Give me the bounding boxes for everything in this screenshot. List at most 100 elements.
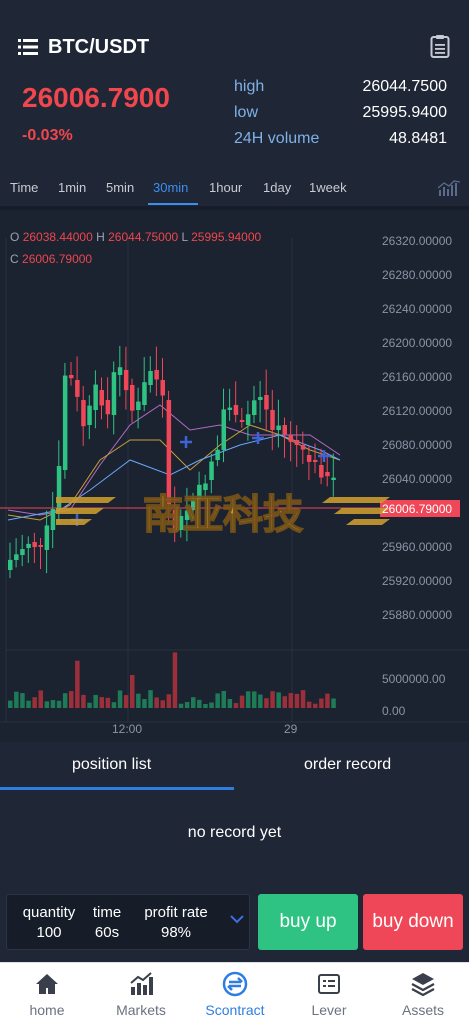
candle-body — [14, 554, 19, 560]
quantity-value: 100 — [36, 924, 62, 941]
candle-body — [69, 375, 74, 379]
volume-tick-high: 5000000.00 — [382, 672, 446, 686]
candle-body — [306, 455, 312, 462]
contract-icon — [222, 971, 248, 997]
stat-value-low: 25995.9400 — [362, 104, 447, 121]
volume-bar — [130, 674, 135, 708]
y-tick-label: 26200.00000 — [382, 336, 453, 350]
tab-order-record[interactable]: order record — [304, 756, 391, 774]
time-label: time — [92, 904, 122, 921]
timeframe-bar: Time 1min 5min 30min 1hour 1day 1week — [0, 172, 469, 205]
tab-position-list[interactable]: position list — [72, 756, 151, 774]
timeframe-30min[interactable]: 30min — [153, 180, 188, 195]
profit-label: profit rate — [144, 904, 208, 921]
active-timeframe-underline — [148, 203, 198, 205]
candle-body — [50, 509, 56, 530]
indicator-chart-icon[interactable] — [438, 180, 460, 196]
timeframe-1week[interactable]: 1week — [309, 180, 347, 195]
candle-body — [75, 380, 80, 397]
watermark-logo: 南亚科技 — [56, 491, 390, 539]
profit-value: 98% — [160, 924, 192, 941]
candle-body — [215, 449, 220, 460]
candle-body — [313, 460, 318, 462]
buy-up-button[interactable]: buy up — [258, 894, 358, 950]
volume-bar — [123, 695, 129, 708]
volume-bar — [245, 691, 251, 708]
candle-body — [166, 400, 172, 505]
volume-tick-zero: 0.00 — [382, 704, 406, 718]
volume-bar — [87, 702, 92, 708]
y-tick-label: 25880.00000 — [382, 608, 453, 622]
nav-scontract[interactable]: Scontract — [188, 963, 282, 1024]
volume-bar — [215, 693, 220, 708]
candle-body — [233, 405, 239, 415]
candle-body — [270, 410, 275, 430]
pair-title[interactable]: BTC/USDT — [48, 36, 149, 59]
nav-lever[interactable]: Lever — [282, 963, 376, 1024]
candle-body — [300, 445, 306, 450]
chevron-down-icon[interactable] — [229, 913, 245, 925]
nav-home[interactable]: home — [0, 963, 94, 1024]
volume-bar — [26, 700, 31, 708]
profit-param[interactable]: profit rate 98% — [135, 903, 217, 943]
candle-body — [288, 435, 294, 442]
volume-bar — [325, 693, 330, 708]
volume-bar — [239, 695, 245, 708]
volume-bar — [56, 700, 62, 708]
volume-bar — [331, 698, 336, 708]
candle-body — [276, 425, 281, 430]
candle-body — [239, 420, 245, 422]
y-tick-label: 26160.00000 — [382, 370, 453, 384]
y-tick-label: 26280.00000 — [382, 268, 453, 282]
candle-body — [32, 542, 37, 548]
layers-icon — [411, 973, 435, 997]
candle-body — [294, 440, 300, 446]
clipboard-icon[interactable] — [430, 34, 450, 58]
candle-body — [20, 549, 25, 555]
order-params[interactable]: quantity 100 time 60s profit rate 98% — [6, 894, 250, 950]
volume-bar — [306, 701, 312, 708]
y-tick-label: 26240.00000 — [382, 302, 453, 316]
volume-bar — [99, 697, 104, 708]
quantity-label: quantity — [22, 904, 76, 921]
record-tabs: position list order record — [0, 742, 469, 790]
quantity-param[interactable]: quantity 100 — [11, 903, 87, 943]
time-param[interactable]: time 60s — [87, 903, 127, 943]
timeframe-5min[interactable]: 5min — [106, 180, 134, 195]
bottom-nav: home Markets Scontract Lever Assets — [0, 962, 469, 1024]
volume-bar — [160, 700, 165, 708]
candle-body — [87, 405, 92, 425]
ohlc-row-2: C 26006.79000 — [10, 252, 93, 266]
volume-bar — [38, 690, 43, 708]
volume-bar — [154, 697, 159, 708]
buy-down-button[interactable]: buy down — [363, 894, 463, 950]
ohlc-row-1: O 26038.44000 H 26044.75000 L 25995.9400… — [10, 230, 262, 244]
stat-label-low: low — [234, 104, 259, 121]
timeframe-1hour[interactable]: 1hour — [209, 180, 242, 195]
nav-assets[interactable]: Assets — [376, 963, 469, 1024]
stat-value-high: 26044.7500 — [362, 78, 447, 95]
markets-chart-icon — [130, 972, 153, 995]
timeframe-time[interactable]: Time — [10, 180, 38, 195]
volume-bar — [117, 690, 123, 708]
time-value: 60s — [94, 924, 120, 941]
candle-body — [44, 525, 50, 550]
kline-chart[interactable]: 南亚科技 O 26038.44000 H 26044.75000 L 25995… — [0, 206, 469, 742]
volume-bar — [8, 700, 13, 708]
volume-bar — [227, 698, 233, 708]
candle-body — [221, 409, 226, 450]
volume-bar — [319, 698, 324, 708]
volume-bar — [197, 699, 202, 708]
stat-label-volume: 24H volume — [234, 130, 320, 147]
stat-value-volume: 48.8481 — [389, 130, 447, 147]
volume-bar — [221, 690, 226, 708]
volume-bar — [142, 698, 147, 708]
nav-markets[interactable]: Markets — [94, 963, 188, 1024]
timeframe-1min[interactable]: 1min — [58, 180, 86, 195]
y-tick-label: 26120.00000 — [382, 404, 453, 418]
volume-bar — [148, 690, 153, 708]
candle-body — [130, 385, 135, 411]
list-icon[interactable] — [18, 38, 38, 56]
timeframe-1day[interactable]: 1day — [263, 180, 291, 195]
last-price: 26006.7900 — [22, 82, 170, 113]
